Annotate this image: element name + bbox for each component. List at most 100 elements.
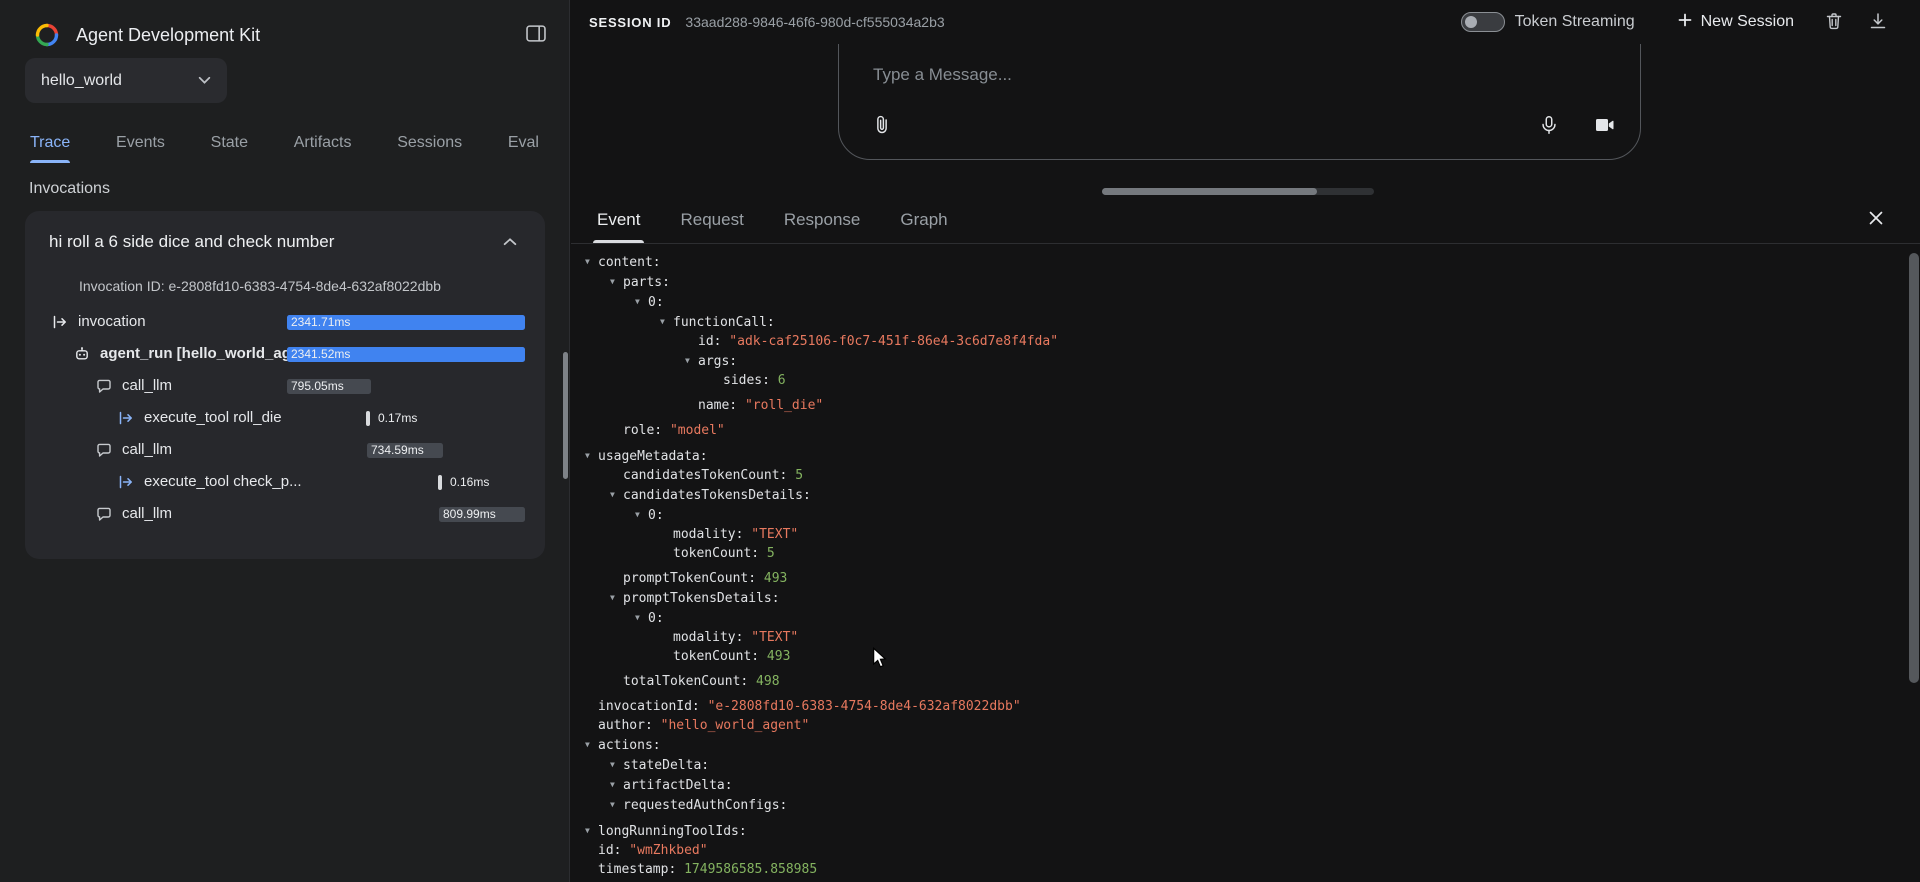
download-icon (1868, 11, 1888, 34)
json-key: role: (623, 423, 662, 438)
vertical-scrollbar[interactable] (1909, 253, 1919, 683)
invocations-section-label: Invocations (29, 180, 110, 198)
chevron-up-icon[interactable] (497, 231, 523, 252)
expand-caret-icon[interactable]: ▼ (610, 755, 623, 774)
message-input[interactable] (873, 65, 1433, 85)
app-title: Agent Development Kit (76, 25, 519, 46)
detail-tab-response[interactable]: Response (764, 196, 881, 243)
close-detail-button[interactable] (1860, 202, 1892, 237)
json-key: timestamp: (598, 862, 676, 877)
expand-caret-icon[interactable]: ▼ (610, 795, 623, 814)
json-value: "model" (662, 423, 725, 438)
json-value: "TEXT" (743, 527, 798, 542)
trace-row[interactable]: execute_tool roll_die0.17ms (25, 402, 545, 434)
json-key: functionCall: (673, 315, 775, 330)
json-key: tokenCount: (673, 546, 759, 561)
export-session-button[interactable] (1862, 5, 1894, 40)
json-line: invocationId: "e-2808fd10-6383-4754-8de4… (571, 697, 1906, 716)
trace-row-label: call_llm (122, 434, 172, 466)
chat-bubble-icon (96, 378, 112, 394)
toggle-knob (1465, 16, 1477, 28)
trace-row-label: call_llm (122, 498, 172, 530)
expand-caret-icon[interactable]: ▼ (610, 485, 623, 504)
json-key: tokenCount: (673, 649, 759, 664)
trace-row-label: execute_tool check_p... (144, 466, 302, 498)
json-line: totalTokenCount: 498 (571, 672, 1906, 691)
attach-file-button[interactable] (865, 108, 899, 145)
json-line: ▼longRunningToolIds: (571, 821, 1906, 841)
expand-caret-icon[interactable]: ▼ (635, 505, 648, 524)
invocation-card-header[interactable]: hi roll a 6 side dice and check number (25, 211, 545, 262)
trace-duration-bar (366, 411, 370, 426)
json-line: author: "hello_world_agent" (571, 716, 1906, 735)
delete-session-button[interactable] (1818, 5, 1850, 40)
sidebar-tab-events[interactable]: Events (116, 122, 165, 163)
new-session-button[interactable]: New Session (1677, 12, 1794, 33)
json-line: modality: "TEXT" (571, 525, 1906, 544)
trace-duration-label: 0.16ms (450, 466, 489, 499)
json-value: 493 (759, 649, 790, 664)
collapse-panel-button[interactable] (519, 18, 553, 52)
expand-caret-icon[interactable]: ▼ (660, 312, 673, 331)
json-key: 0: (648, 295, 664, 310)
json-line: ▼0: (571, 608, 1906, 628)
json-line: ▼0: (571, 292, 1906, 312)
adk-logo-icon (34, 22, 60, 48)
trace-row[interactable]: invocation2341.71ms (25, 306, 545, 338)
invocation-card: hi roll a 6 side dice and check number I… (25, 211, 545, 559)
expand-caret-icon[interactable]: ▼ (635, 292, 648, 311)
detail-tab-request[interactable]: Request (660, 196, 763, 243)
agent-select-dropdown[interactable]: hello_world (25, 58, 227, 103)
expand-caret-icon[interactable]: ▼ (585, 735, 598, 754)
expand-caret-icon[interactable]: ▼ (585, 446, 598, 465)
trace-duration-label: 795.05ms (291, 370, 344, 403)
json-key: invocationId: (598, 699, 700, 714)
detail-tab-graph[interactable]: Graph (880, 196, 967, 243)
paperclip-icon (871, 114, 893, 139)
json-key: sides: (723, 373, 770, 388)
expand-caret-icon[interactable]: ▼ (685, 351, 698, 370)
json-key: promptTokenCount: (623, 571, 756, 586)
json-value: "e-2808fd10-6383-4754-8de4-632af8022dbb" (700, 699, 1021, 714)
json-key: 0: (648, 611, 664, 626)
expand-caret-icon[interactable]: ▼ (610, 588, 623, 607)
trace-row[interactable]: execute_tool check_p... 0.16ms (25, 466, 545, 498)
sidebar-tab-artifacts[interactable]: Artifacts (294, 122, 352, 163)
json-key: usageMetadata: (598, 449, 708, 464)
json-line: name: "roll_die" (571, 396, 1906, 415)
videocam-icon (1592, 113, 1616, 140)
sidebar-tab-trace[interactable]: Trace (30, 122, 70, 163)
json-key: args: (698, 354, 737, 369)
sidebar-tab-state[interactable]: State (211, 122, 248, 163)
side-panel-icon (525, 24, 547, 46)
sidebar-tab-sessions[interactable]: Sessions (397, 122, 462, 163)
horizontal-scrollbar-thumb[interactable] (1102, 188, 1317, 195)
json-line: id: "wmZhkbed" (571, 841, 1906, 860)
trace-row-label: call_llm (122, 370, 172, 402)
trace-row[interactable]: call_llm 795.05ms (25, 370, 545, 402)
expand-caret-icon[interactable]: ▼ (635, 608, 648, 627)
json-key: name: (698, 398, 737, 413)
plus-icon (1677, 12, 1693, 33)
sidebar-tab-eval[interactable]: Eval (508, 122, 539, 163)
token-streaming-toggle[interactable] (1461, 12, 1505, 32)
chat-bubble-icon (96, 442, 112, 458)
json-key: 0: (648, 508, 664, 523)
detail-tab-event[interactable]: Event (577, 196, 660, 243)
json-line: ▼parts: (571, 272, 1906, 292)
expand-caret-icon[interactable]: ▼ (585, 252, 598, 271)
expand-caret-icon[interactable]: ▼ (610, 272, 623, 291)
invocation-id: Invocation ID: e-2808fd10-6383-4754-8de4… (25, 262, 545, 306)
expand-caret-icon[interactable]: ▼ (585, 821, 598, 840)
sidebar: Agent Development Kit hello_world Trace E… (0, 0, 570, 882)
new-session-label: New Session (1701, 13, 1794, 31)
trace-row[interactable]: call_llm809.99ms (25, 498, 545, 530)
microphone-button[interactable] (1532, 108, 1566, 145)
sidebar-scrollbar[interactable] (563, 352, 568, 479)
chevron-down-icon (198, 76, 211, 85)
horizontal-scrollbar[interactable] (1102, 188, 1374, 195)
expand-caret-icon[interactable]: ▼ (610, 775, 623, 794)
trace-row[interactable]: call_llm734.59ms (25, 434, 545, 466)
video-button[interactable] (1586, 107, 1622, 146)
trace-row[interactable]: agent_run [hello_world_agent]2341.52ms (25, 338, 545, 370)
